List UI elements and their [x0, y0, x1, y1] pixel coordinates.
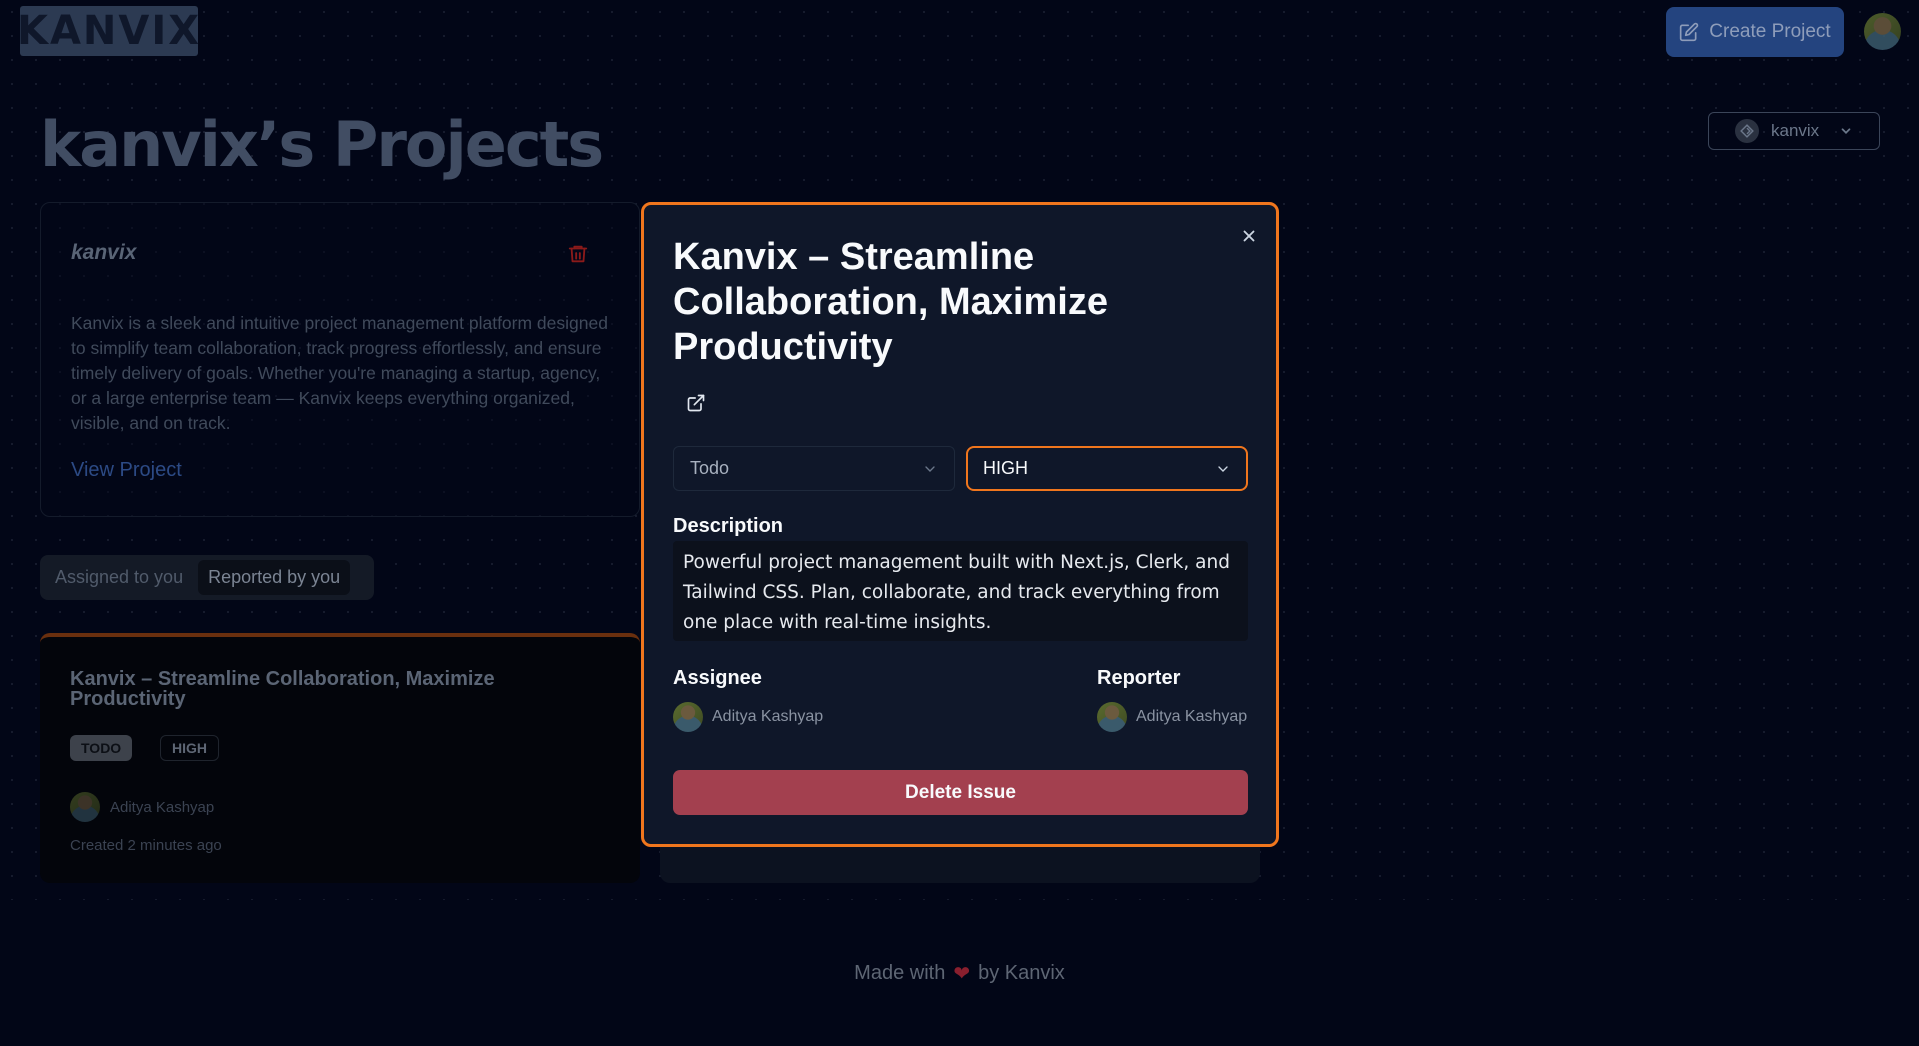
issue-filter-tabs: Assigned to you Reported by you — [40, 555, 374, 600]
heart-icon: ❤ — [953, 962, 971, 985]
chevron-down-icon — [925, 465, 935, 472]
modal-issue-title: Kanvix – Streamline Collaboration, Maxim… — [673, 236, 1108, 368]
issue-title: Kanvix – Streamline Collaboration, Maxim… — [70, 668, 495, 710]
description-text[interactable]: Powerful project management built with N… — [673, 541, 1248, 641]
project-description: Kanvix is a sleek and intuitive project … — [71, 313, 608, 433]
org-logo-icon — [1735, 119, 1759, 143]
app-logo[interactable]: KANVIX — [17, 6, 199, 56]
assignee-name: Aditya Kashyap — [712, 708, 824, 725]
organization-name: kanvix — [1771, 121, 1820, 140]
view-project-link[interactable]: View Project — [71, 459, 182, 482]
priority-select[interactable]: HIGH — [966, 446, 1248, 491]
reporter-user: Aditya Kashyap — [1097, 702, 1247, 732]
priority-badge: HIGH — [160, 735, 219, 761]
issue-card[interactable]: Kanvix – Streamline Collaboration, Maxim… — [40, 633, 640, 883]
status-select[interactable]: Todo — [673, 446, 955, 491]
status-badge: TODO — [70, 735, 133, 761]
organization-switcher[interactable]: kanvix — [1708, 112, 1880, 150]
issue-created-time: Created 2 minutes ago — [70, 837, 222, 854]
create-project-button[interactable]: Create Project — [1666, 7, 1844, 57]
project-card: kanvix Kanvix is a sleek and intuitive p… — [40, 202, 640, 517]
avatar — [673, 702, 703, 732]
issue-details-modal: Kanvix – Streamline Collaboration, Maxim… — [641, 202, 1279, 847]
issue-card[interactable] — [660, 845, 1260, 883]
description-label: Description — [673, 515, 784, 537]
issue-assignee: Aditya Kashyap — [70, 792, 214, 822]
footer-prefix: Made with — [854, 961, 946, 984]
footer: Made with ❤ by Kanvix — [0, 900, 1919, 1046]
trash-icon[interactable] — [567, 243, 589, 265]
tab-reported-by-you[interactable]: Reported by you — [198, 560, 351, 595]
external-link-icon[interactable] — [686, 393, 706, 413]
close-icon[interactable] — [1240, 227, 1258, 245]
create-project-label: Create Project — [1709, 21, 1831, 42]
edit-square-icon — [1680, 22, 1699, 42]
tab-assigned-to-you[interactable]: Assigned to you — [45, 560, 193, 595]
user-avatar[interactable] — [1864, 13, 1901, 50]
assignee-label: Assignee — [673, 667, 762, 689]
priority-select-value: HIGH — [983, 458, 1028, 478]
footer-suffix: by Kanvix — [978, 961, 1065, 984]
status-select-value: Todo — [690, 458, 730, 478]
avatar — [1097, 702, 1127, 732]
reporter-name: Aditya Kashyap — [1136, 708, 1248, 725]
project-name: kanvix — [71, 241, 137, 264]
delete-issue-button[interactable]: Delete Issue — [673, 770, 1248, 815]
chevron-down-icon — [1841, 128, 1851, 134]
reporter-label: Reporter — [1097, 667, 1181, 689]
avatar — [70, 792, 100, 822]
page-title: kanvix’s Projects — [40, 108, 604, 181]
assignee-user: Aditya Kashyap — [673, 702, 823, 732]
chevron-down-icon — [1218, 465, 1228, 472]
assignee-name: Aditya Kashyap — [110, 798, 215, 816]
